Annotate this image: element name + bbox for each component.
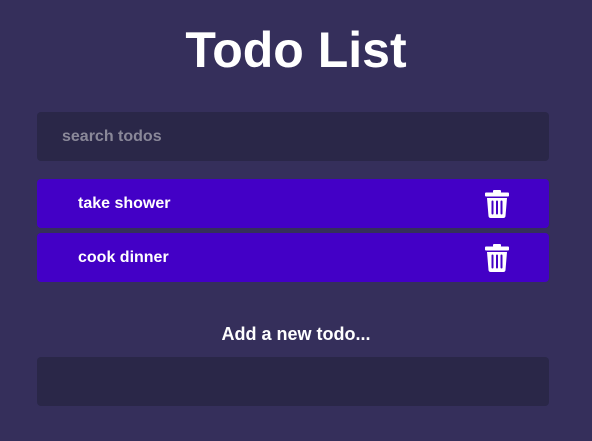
page-title: Todo List bbox=[185, 22, 407, 78]
todo-list: take shower cook dinner bbox=[37, 179, 549, 287]
search-input[interactable] bbox=[37, 112, 549, 161]
trash-icon[interactable] bbox=[485, 243, 509, 272]
todo-text: cook dinner bbox=[78, 248, 169, 266]
todo-item: cook dinner bbox=[37, 233, 549, 282]
add-todo-label: Add a new todo... bbox=[221, 324, 371, 344]
todo-item: take shower bbox=[37, 179, 549, 228]
add-todo-input[interactable] bbox=[37, 357, 549, 406]
todo-text: take shower bbox=[78, 194, 171, 212]
trash-icon[interactable] bbox=[485, 189, 509, 218]
